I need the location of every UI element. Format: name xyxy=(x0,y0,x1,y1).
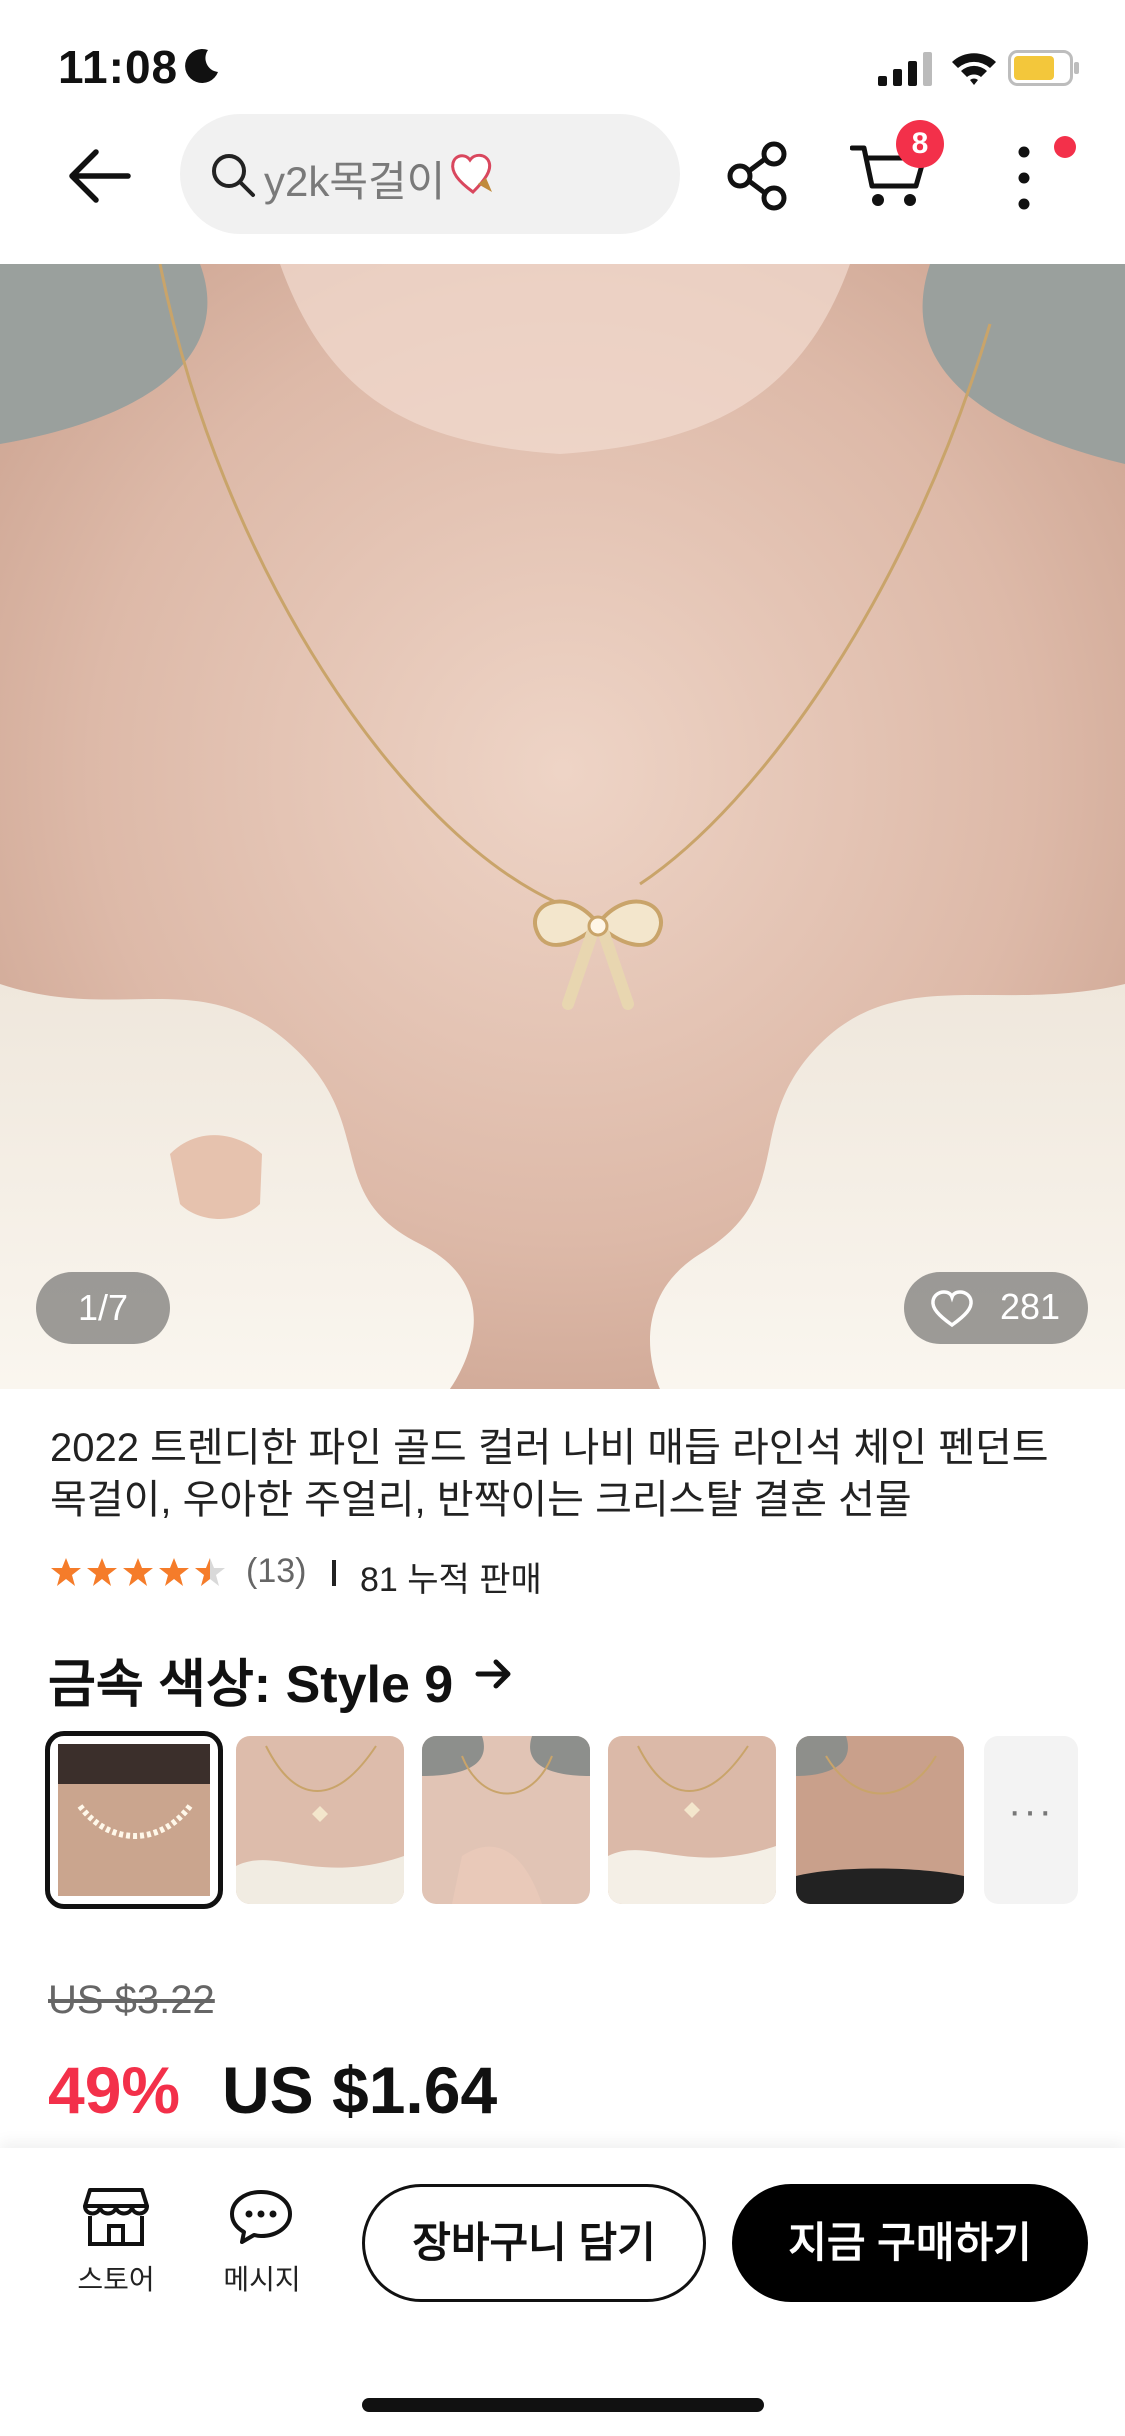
rating-count: (13) xyxy=(246,1552,307,1590)
back-arrow-icon[interactable] xyxy=(64,140,136,212)
variant-thumbnail-2[interactable] xyxy=(236,1736,404,1904)
home-indicator[interactable] xyxy=(362,2398,764,2412)
cart-count-badge: 8 xyxy=(896,120,944,168)
sold-count: 81 누적 판매 xyxy=(360,1561,542,1599)
arrow-right-icon[interactable] xyxy=(472,1652,516,1696)
more-vertical-icon[interactable] xyxy=(1006,142,1042,214)
notification-dot xyxy=(1054,136,1076,158)
more-variants-button[interactable]: ··· xyxy=(984,1736,1078,1904)
thumbnail-image xyxy=(50,1736,218,1904)
product-title-line-2: 목걸이, 우아한 주얼리, 반짝이는 크리스탈 결혼 선물 xyxy=(50,1478,912,1522)
wishlist-button[interactable]: 281 xyxy=(904,1272,1088,1344)
heart-icon xyxy=(931,1290,973,1328)
original-price: US $3.22 xyxy=(48,1978,215,2022)
moon-icon xyxy=(185,48,218,83)
store-icon xyxy=(83,2188,149,2246)
product-image[interactable] xyxy=(0,264,1125,1389)
heart-sticker-icon xyxy=(451,153,492,194)
store-button[interactable]: 스토어 xyxy=(64,2186,168,2296)
store-label: 스토어 xyxy=(77,2264,155,2295)
variant-label[interactable]: 금속 색상: Style 9 xyxy=(48,1642,453,1717)
variant-thumbnail-3[interactable] xyxy=(422,1736,590,1904)
discount-percent: 49% xyxy=(48,2053,181,2127)
necklace-photo xyxy=(0,264,1125,1389)
star-icon xyxy=(159,1558,189,1586)
chat-bubble-icon xyxy=(230,2190,292,2244)
current-price: US $1.64 xyxy=(222,2053,498,2127)
product-title-line-1: 2022 트렌디한 파인 골드 컬러 나비 매듭 라인석 체인 펜던트 xyxy=(50,1426,1049,1470)
add-to-cart-button[interactable]: 장바구니 담기 xyxy=(362,2184,706,2302)
battery-icon xyxy=(1008,50,1079,86)
image-page-indicator: 1/7 xyxy=(36,1272,170,1344)
product-title: 2022 트렌디한 파인 골드 컬러 나비 매듭 라인석 체인 펜던트 목걸이,… xyxy=(50,1422,1080,1526)
star-icon xyxy=(123,1558,153,1586)
search-icon xyxy=(212,154,255,197)
thumbnail-image xyxy=(236,1736,404,1904)
divider xyxy=(332,1560,336,1586)
message-button[interactable]: 메시지 xyxy=(210,2186,314,2296)
star-icon xyxy=(51,1558,81,1586)
variant-thumbnail-5[interactable] xyxy=(796,1736,964,1904)
cellular-signal-icon xyxy=(878,52,932,86)
star-icon xyxy=(87,1558,117,1586)
variant-thumbnail-4[interactable] xyxy=(608,1736,776,1904)
thumbnail-image xyxy=(796,1736,964,1904)
status-time: 11:08 xyxy=(58,41,179,93)
message-label: 메시지 xyxy=(223,2264,301,2295)
wifi-icon xyxy=(952,53,996,85)
wishlist-count: 281 xyxy=(1000,1286,1061,1327)
variant-thumbnail-1[interactable] xyxy=(45,1731,223,1909)
search-query-text[interactable]: y2k목걸이 xyxy=(264,148,445,209)
thumbnail-image xyxy=(608,1736,776,1904)
half-star-icon xyxy=(195,1558,225,1586)
buy-now-button[interactable]: 지금 구매하기 xyxy=(732,2184,1088,2302)
thumbnail-image xyxy=(422,1736,590,1904)
share-icon[interactable] xyxy=(722,140,794,212)
